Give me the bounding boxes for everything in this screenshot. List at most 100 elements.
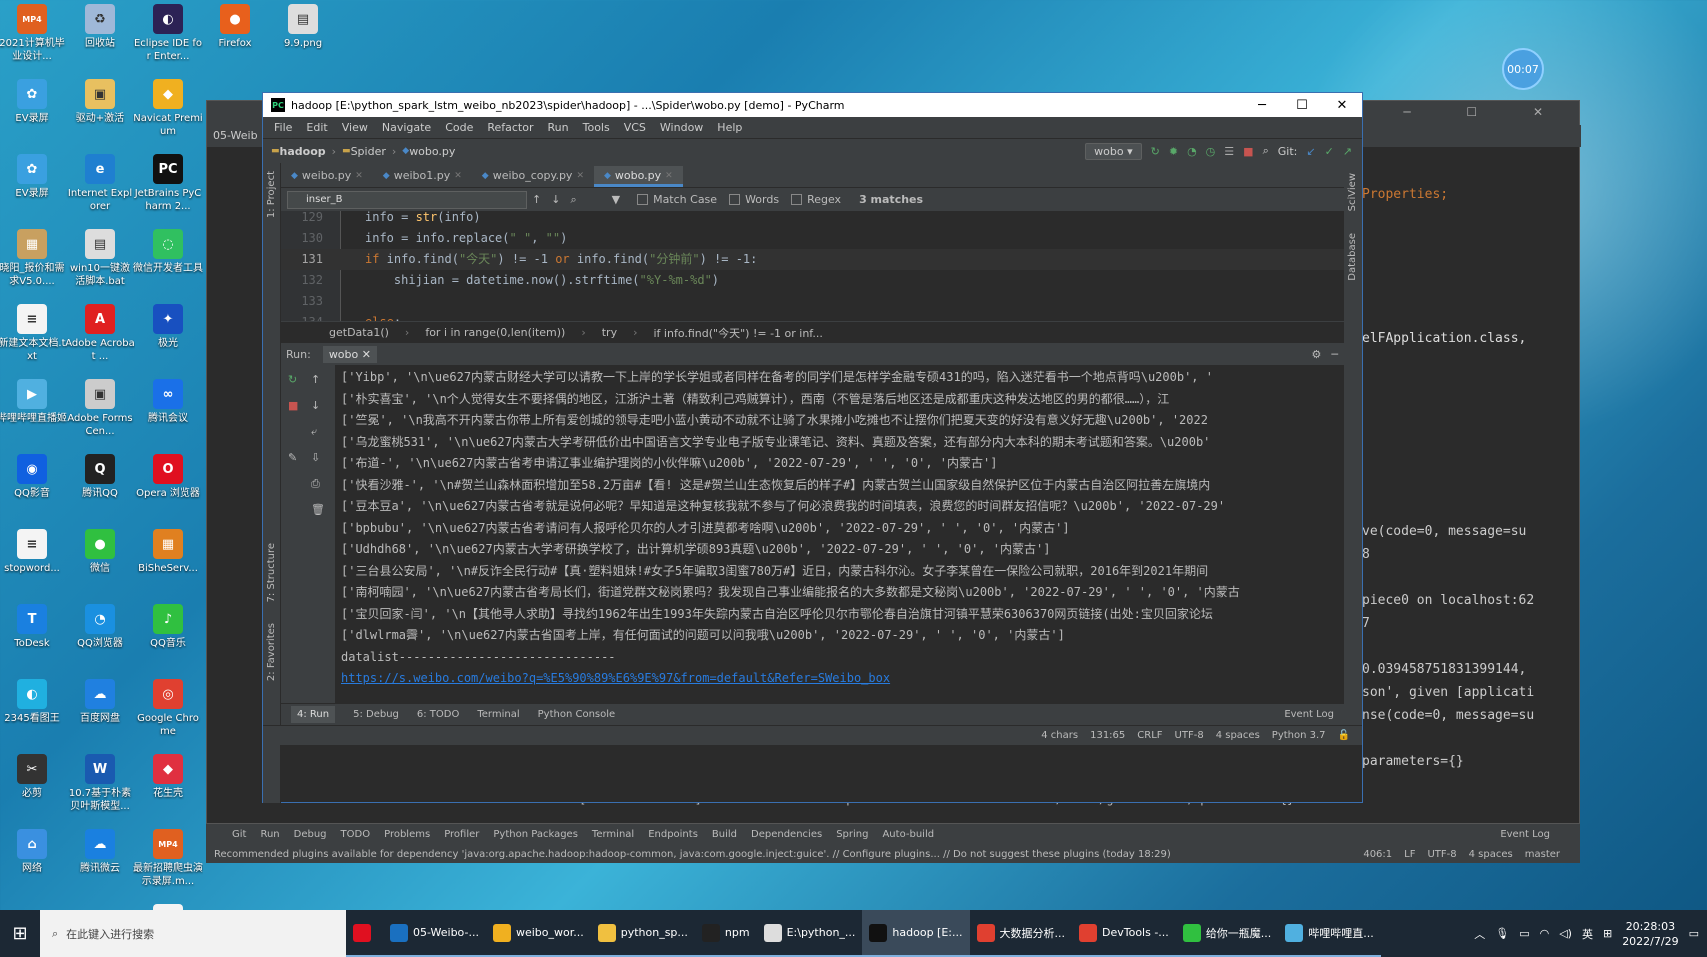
background-tool-tab[interactable]: Dependencies [751,829,822,840]
scroll-end-icon[interactable]: ⇩ [311,451,323,464]
stop-icon[interactable]: ■ [288,399,300,412]
project-tool-tab[interactable]: 1: Project [266,171,277,218]
keyboard-icon[interactable]: ⊞ [1603,927,1612,940]
find-input[interactable]: inser_B [287,190,527,209]
menu-help[interactable]: Help [710,121,749,134]
desktop-icon[interactable]: ▶ 哔哩哔哩直播姬 [0,375,67,425]
desktop-icon[interactable]: ⌂ 网络 [0,825,67,875]
tray-overflow-icon[interactable]: ︿ [1474,926,1485,942]
plugin-notice[interactable]: Recommended plugins available for depend… [214,849,1171,860]
background-status-item[interactable]: master [1525,849,1560,860]
breadcrumb-item[interactable]: hadoop [280,145,326,158]
close-button[interactable]: ✕ [1322,98,1362,113]
run-console[interactable]: ['Yibp', '\n\ue627内蒙古财经大学可以请教一下上岸的学长学姐或者… [335,365,1344,703]
code-crumb[interactable]: for i in range(0,len(item)) [425,326,565,339]
run-config-select[interactable]: wobo ▾ [1085,142,1142,160]
desktop-icon[interactable]: ▦ BiSheServ... [133,525,203,575]
desktop-icon[interactable]: ✦ 极光 [133,300,203,350]
match-case-checkbox[interactable] [637,194,649,205]
close-tab-icon[interactable]: ✕ [576,171,584,181]
desktop-icon[interactable]: Q 腾讯QQ [65,450,135,500]
git-commit-icon[interactable]: ✓ [1325,145,1334,158]
desktop-icon[interactable]: ≡ 新建文本文档.txt [0,300,67,363]
code-crumb[interactable]: getData1() [329,326,389,339]
notification-icon[interactable]: ▭ [1689,927,1699,940]
regex-checkbox[interactable] [791,194,803,205]
rerun-icon[interactable]: ↻ [288,373,300,386]
background-tool-tab[interactable]: Python Packages [493,829,578,840]
close-tab-icon[interactable]: ✕ [665,171,673,181]
menu-vcs[interactable]: VCS [617,121,653,134]
hide-panel-icon[interactable]: ─ [1331,348,1338,361]
desktop-icon[interactable]: ◆ 花生壳 [133,750,203,800]
menu-refactor[interactable]: Refactor [480,121,540,134]
background-tool-tab[interactable]: Auto-build [882,829,934,840]
taskbar-app[interactable]: npm [694,910,757,957]
desktop-icon[interactable]: ▣ 驱动+激活 [65,75,135,125]
desktop-icon[interactable]: ◔ QQ浏览器 [65,600,135,650]
git-push-icon[interactable]: ↗ [1343,145,1352,158]
soft-wrap-icon[interactable]: ⤶ [311,425,323,438]
desktop-icon[interactable]: ✂ 必剪 [0,750,67,800]
menu-window[interactable]: Window [653,121,710,134]
editor-tab[interactable]: ◆ wobo.py ✕ [594,166,683,187]
desktop-icon[interactable]: ◐ 2345看图王 [0,675,67,725]
menu-edit[interactable]: Edit [299,121,334,134]
desktop-icon[interactable]: ∞ 腾讯会议 [133,375,203,425]
taskbar-app[interactable]: 大数据分析... [969,910,1072,957]
next-occurrence-icon[interactable]: ↓ [551,193,560,206]
desktop-icon[interactable]: ♻ 回收站 [65,0,135,50]
recording-timer[interactable]: 00:07 [1502,48,1544,90]
desktop-icon[interactable]: ▤ win10一键激活脚本.bat [65,225,135,288]
taskbar-app[interactable]: 哔哩哔哩直... [1278,910,1381,957]
down-icon[interactable]: ↓ [311,399,323,412]
taskbar-app[interactable] [346,910,383,957]
print-icon[interactable]: ⎙ [311,477,323,490]
taskbar-app[interactable]: 05-Weibo-... [383,910,486,957]
desktop-icon[interactable]: ◆ Navicat Premium [133,75,203,138]
status-item[interactable]: 131:65 [1090,730,1125,741]
sciview-tool-tab[interactable]: SciView [1347,173,1358,211]
status-item[interactable]: Python 3.7 [1272,730,1326,741]
taskbar-app[interactable]: E:\python_... [756,910,863,957]
menu-tools[interactable]: Tools [576,121,617,134]
desktop-icon[interactable]: MP4 2021计算机毕业设计... [0,0,67,63]
menu-run[interactable]: Run [541,121,576,134]
background-tool-tab[interactable]: Debug [294,829,327,840]
network-icon[interactable]: ◠ [1540,927,1550,940]
desktop-icon[interactable]: ▣ Adobe FormsCen... [65,375,135,438]
status-item[interactable]: 4 spaces [1216,730,1260,741]
taskbar-app[interactable]: 给你一瓶魔... [1175,910,1279,957]
start-button[interactable]: ⊞ [0,910,40,957]
background-tool-tab[interactable]: Event Log [1500,829,1550,840]
desktop-icon[interactable]: W 10.7基于朴素贝叶斯模型... [65,750,135,813]
settings-icon[interactable]: ⚙ [1312,348,1322,361]
desktop-icon[interactable]: ♪ QQ音乐 [133,600,203,650]
ime-indicator[interactable]: 英 [1582,926,1593,942]
close-tab-icon[interactable]: ✕ [454,171,462,181]
desktop-icon[interactable]: ☁ 百度网盘 [65,675,135,725]
git-update-icon[interactable]: ↙ [1306,145,1315,158]
window-controls[interactable]: ─ ☐ ✕ [1403,105,1569,119]
desktop-icon[interactable]: O Opera 浏览器 [133,450,203,500]
background-tool-tab[interactable]: Build [712,829,737,840]
taskbar-app[interactable]: DevTools -... [1072,910,1176,957]
structure-tool-tab[interactable]: 7: Structure [266,543,277,602]
background-tool-tab[interactable]: Profiler [444,829,479,840]
desktop-icon[interactable]: MP4 最新招聘爬虫演示录屏.m... [133,825,203,888]
favorites-tool-tab[interactable]: 2: Favorites [266,623,277,681]
menu-view[interactable]: View [335,121,375,134]
volume-icon[interactable]: ◁) [1559,927,1572,940]
status-item[interactable]: UTF-8 [1175,730,1204,741]
desktop-icon[interactable]: ● Firefox [200,0,270,50]
stop-icon[interactable]: ■ [1243,145,1253,158]
background-tool-tab[interactable]: Problems [384,829,430,840]
event-log-button[interactable]: Event Log [1284,709,1334,720]
desktop-icon[interactable]: PC JetBrains PyCharm 2... [133,150,203,213]
bottom-tab[interactable]: 5: Debug [353,709,399,720]
desktop-icon[interactable]: ◐ Eclipse IDE for Enter... [133,0,203,63]
coverage-icon[interactable]: ◔ [1187,145,1197,158]
background-tool-tab[interactable]: Git [232,829,246,840]
find-in-selection-icon[interactable]: ⌕ [570,193,576,207]
menu-file[interactable]: File [267,121,299,134]
